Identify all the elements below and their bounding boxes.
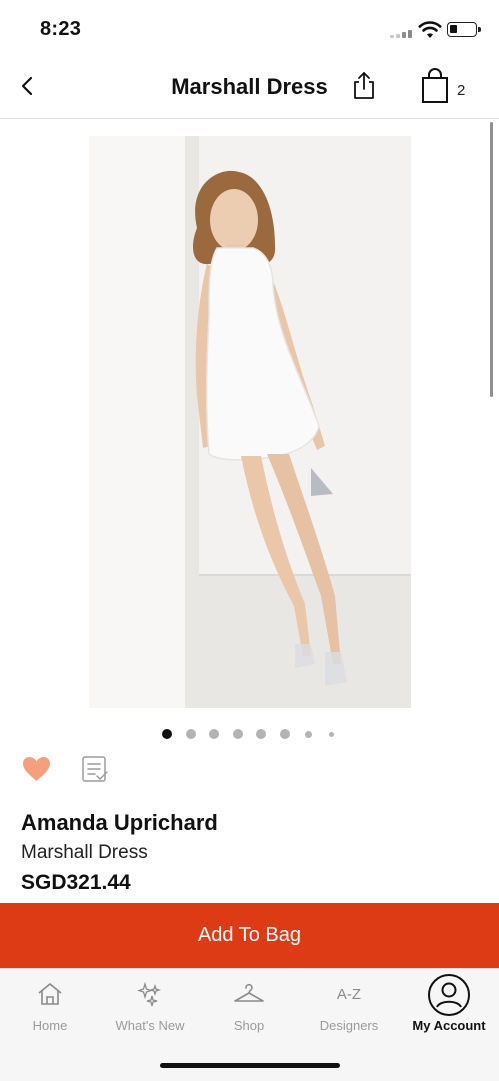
tab-my-account-label: My Account bbox=[412, 1018, 486, 1033]
carousel-dot[interactable] bbox=[232, 729, 243, 739]
shopping-bag-icon[interactable] bbox=[420, 68, 450, 104]
tab-shop-label: Shop bbox=[233, 1018, 265, 1033]
bag-count-badge[interactable]: 2 bbox=[457, 82, 465, 99]
carousel-dot[interactable] bbox=[209, 729, 219, 739]
tab-shop[interactable]: Shop bbox=[199, 969, 299, 1049]
a-z-icon: A-Z bbox=[336, 986, 362, 1003]
hanger-icon bbox=[234, 983, 264, 1002]
tab-designers-label: Designers bbox=[319, 1018, 379, 1033]
cellular-signal-icon bbox=[390, 30, 414, 38]
battery-icon bbox=[447, 22, 481, 37]
home-indicator[interactable] bbox=[160, 1063, 340, 1068]
product-name: Marshall Dress bbox=[21, 842, 148, 863]
scrollbar[interactable] bbox=[490, 122, 493, 397]
share-icon[interactable] bbox=[350, 70, 378, 102]
status-time: 8:23 bbox=[40, 18, 82, 40]
account-icon bbox=[428, 974, 470, 1016]
size-guide-icon[interactable] bbox=[80, 754, 110, 784]
home-icon bbox=[38, 983, 62, 1005]
tab-home[interactable]: Home bbox=[0, 969, 100, 1049]
product-photo-illustration bbox=[89, 136, 411, 708]
carousel-dot[interactable] bbox=[256, 729, 266, 739]
product-price: SGD321.44 bbox=[21, 871, 131, 894]
tab-my-account[interactable]: My Account bbox=[399, 969, 499, 1049]
product-image[interactable] bbox=[89, 136, 411, 708]
heart-icon[interactable] bbox=[22, 756, 51, 782]
tab-home-label: Home bbox=[32, 1018, 68, 1033]
add-to-bag-button[interactable]: Add To Bag bbox=[0, 903, 499, 968]
status-bar: 8:23 bbox=[0, 0, 499, 58]
tab-whats-new-label: What's New bbox=[115, 1018, 185, 1033]
carousel-dot[interactable] bbox=[329, 731, 334, 737]
carousel-dot[interactable] bbox=[304, 730, 312, 738]
tab-designers[interactable]: A-Z Designers bbox=[299, 969, 399, 1049]
wifi-icon bbox=[418, 21, 442, 38]
tab-whats-new[interactable]: What's New bbox=[100, 969, 200, 1049]
sparkles-icon bbox=[136, 981, 162, 1007]
carousel-dot[interactable] bbox=[162, 729, 172, 739]
carousel-dot[interactable] bbox=[279, 729, 290, 739]
image-carousel-indicator[interactable] bbox=[0, 729, 499, 741]
carousel-dot[interactable] bbox=[185, 729, 196, 739]
product-brand[interactable]: Amanda Uprichard bbox=[21, 810, 218, 836]
top-navigation-bar: Marshall Dress 2 bbox=[0, 58, 499, 119]
